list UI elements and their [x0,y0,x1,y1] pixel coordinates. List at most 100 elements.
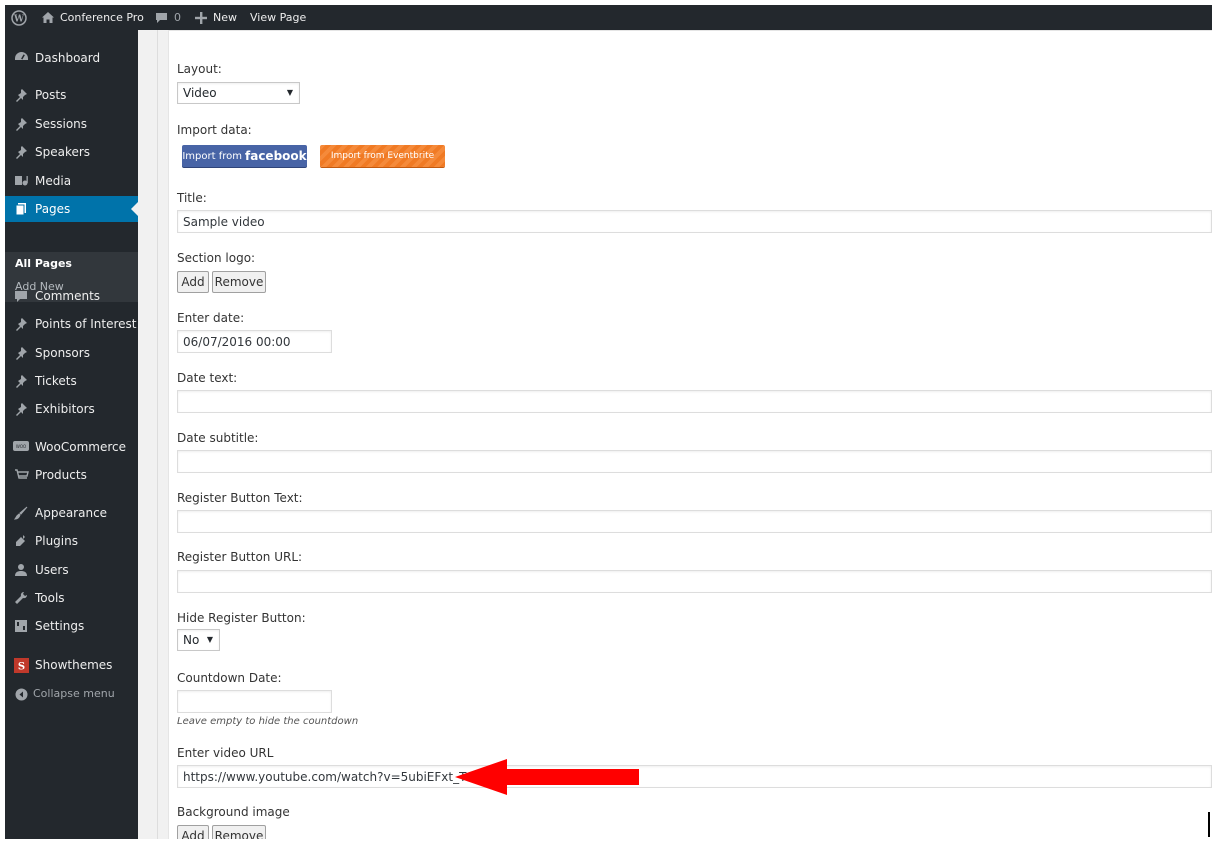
sidebar-item-label: Tickets [35,374,77,388]
sidebar-item-points-of-interest[interactable]: Points of Interest [5,311,138,337]
video-url-input[interactable]: https://www.youtube.com/watch?v=5ubiEFxt… [177,765,1212,788]
sidebar-item-label: Showthemes [35,658,113,672]
hide-register-select[interactable]: No ▼ [177,629,220,651]
user-icon [13,562,29,578]
admin-sidebar: All Pages Add New Dashboard Posts Sessions… [5,30,138,839]
new-content-link[interactable]: New [195,5,237,30]
sidebar-item-label: Sessions [35,117,88,131]
sidebar-item-label: Appearance [35,506,108,520]
enter-date-label: Enter date: [177,311,245,325]
date-subtitle-label: Date subtitle: [177,431,259,445]
svg-text:W: W [13,14,25,24]
sidebar-item-settings[interactable]: Settings [5,613,138,639]
sidebar-item-label: Exhibitors [35,402,95,416]
pin-icon [13,373,29,389]
wordpress-logo-icon[interactable]: W [11,5,27,30]
new-label: New [213,11,237,24]
date-text-input[interactable] [177,390,1212,413]
comment-icon [155,12,168,24]
admin-bar: W Conference Pro 0 New View Page [5,5,1212,30]
sidebar-item-label: Plugins [35,534,78,548]
layout-select[interactable]: Video ▼ [177,82,300,104]
red-arrow-annotation-icon [455,759,639,795]
sidebar-item-comments[interactable]: Comments [5,283,138,309]
section-logo-label: Section logo: [177,251,256,265]
chevron-down-icon: ▼ [286,88,293,97]
facebook-button-prefix: Import from [182,150,242,162]
sidebar-item-plugins[interactable]: Plugins [5,528,138,554]
register-button-url-label: Register Button URL: [177,550,303,564]
date-text-label: Date text: [177,371,238,385]
sidebar-item-exhibitors[interactable]: Exhibitors [5,396,138,422]
background-add-button[interactable]: Add [177,825,209,839]
video-url-value: https://www.youtube.com/watch?v=5ubiEFxt… [183,770,476,784]
view-page-link[interactable]: View Page [250,5,306,30]
video-url-label: Enter video URL [177,746,274,760]
eventbrite-button-label: Import from Eventbrite [330,151,435,161]
sidebar-item-speakers[interactable]: Speakers [5,139,138,165]
sidebar-item-tools[interactable]: Tools [5,585,138,611]
wrench-icon [13,590,29,606]
facebook-brand-text: facebook [245,149,307,163]
sidebar-item-label: Users [35,563,69,577]
background-remove-button[interactable]: Remove [212,825,266,839]
title-input[interactable]: Sample video [177,210,1212,233]
plugin-icon [13,533,29,549]
comment-icon [13,288,29,304]
sidebar-item-sponsors[interactable]: Sponsors [5,340,138,366]
comments-count: 0 [174,11,181,24]
showthemes-icon: S [13,657,29,673]
plus-icon [195,11,207,24]
comments-link[interactable]: 0 [155,5,181,30]
section-logo-add-button[interactable]: Add [177,271,209,293]
sidebar-item-woocommerce[interactable]: WOO WooCommerce [5,434,138,460]
countdown-date-input[interactable] [177,690,332,713]
sidebar-item-collapse-menu[interactable]: Collapse menu [5,681,138,707]
current-menu-arrow-icon [131,202,138,216]
import-eventbrite-button[interactable]: Import from Eventbrite [320,145,445,167]
pin-icon [13,316,29,332]
sidebar-item-label: Dashboard [35,51,101,65]
register-button-text-label: Register Button Text: [177,491,303,505]
sidebar-item-tickets[interactable]: Tickets [5,368,138,394]
hide-register-value: No [183,633,200,647]
content-gutter [138,30,168,839]
sidebar-item-showthemes[interactable]: S Showthemes [5,652,138,678]
sidebar-item-label: Collapse menu [33,687,115,700]
sidebar-item-label: Tools [35,591,65,605]
layout-select-value: Video [183,86,217,100]
sidebar-item-users[interactable]: Users [5,557,138,583]
sidebar-item-label: WooCommerce [35,440,126,454]
media-icon [13,173,29,189]
site-name: Conference Pro [60,11,144,24]
sidebar-item-label: Comments [35,289,101,303]
sidebar-item-label: Media [35,174,72,188]
section-logo-remove-button[interactable]: Remove [212,271,266,293]
sidebar-item-pages[interactable]: Pages [5,196,138,222]
register-button-url-input[interactable] [177,570,1212,593]
countdown-description: Leave empty to hide the countdown [177,716,359,727]
submenu-all-pages[interactable]: All Pages [15,257,72,270]
background-image-label: Background image [177,805,290,819]
register-button-text-input[interactable] [177,510,1212,533]
import-facebook-button[interactable]: Import from facebook [182,145,307,167]
sidebar-item-appearance[interactable]: Appearance [5,500,138,526]
brush-icon [13,505,29,521]
settings-icon [13,618,29,634]
sidebar-item-products[interactable]: Products [5,462,138,488]
sidebar-item-label: Settings [35,619,85,633]
pin-icon [13,345,29,361]
pages-icon [13,201,29,217]
date-subtitle-input[interactable] [177,450,1212,473]
content-divider [157,30,158,839]
sidebar-item-label: Posts [35,88,67,102]
layout-label: Layout: [177,62,222,76]
enter-date-input[interactable]: 06/07/2016 00:00 [177,330,332,353]
sidebar-item-posts[interactable]: Posts [5,82,138,108]
sidebar-item-dashboard[interactable]: Dashboard [5,45,138,71]
edge-marker [1208,812,1210,837]
site-name-link[interactable]: Conference Pro [41,5,144,30]
sidebar-item-media[interactable]: Media [5,168,138,194]
sidebar-item-sessions[interactable]: Sessions [5,111,138,137]
sidebar-item-label: Products [35,468,87,482]
